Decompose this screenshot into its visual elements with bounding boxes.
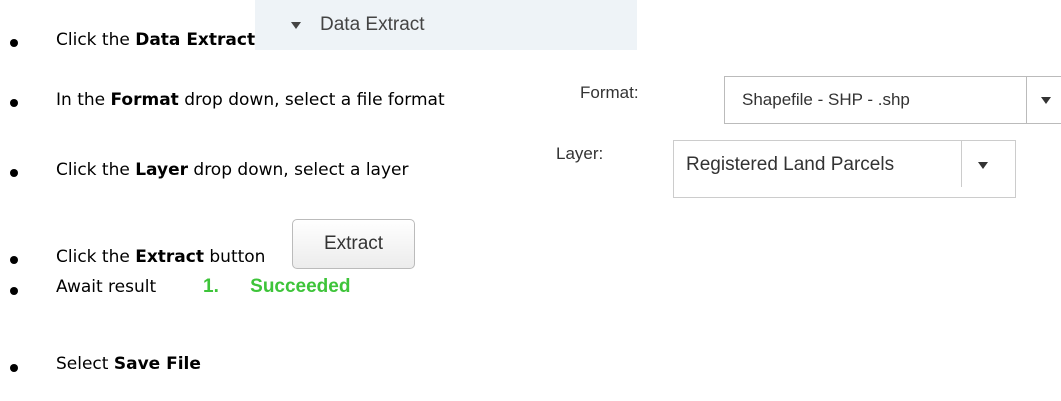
step-text: Await result xyxy=(56,277,157,297)
result-number: 1. xyxy=(203,276,219,297)
step-item: Click the Data Extract widget xyxy=(0,0,318,60)
step-item: Select Save File xyxy=(0,340,201,380)
extract-button[interactable]: Extract xyxy=(292,219,415,269)
dropdown-arrow-icon[interactable] xyxy=(1041,97,1051,104)
bullet-icon xyxy=(10,99,18,107)
step-item: Click the Layer drop down, select a laye… xyxy=(0,130,550,190)
step-text: Select Save File xyxy=(56,354,201,374)
layer-label: Layer: xyxy=(556,144,604,163)
format-label: Format: xyxy=(580,83,639,102)
divider xyxy=(961,141,962,187)
bullet-icon xyxy=(10,169,18,177)
data-extract-widget[interactable]: Data Extract xyxy=(255,0,637,50)
bullet-icon xyxy=(10,256,18,264)
step-item: Await result xyxy=(0,268,190,308)
result-label: Succeeded xyxy=(250,276,351,297)
extract-button-label: Extract xyxy=(323,233,384,254)
bullet-icon xyxy=(10,287,18,295)
step-text: Click the Extract button xyxy=(56,247,266,267)
bullet-icon xyxy=(10,364,18,372)
format-dropdown[interactable]: Shapefile - SHP - .shp xyxy=(724,76,1061,124)
dropdown-arrow-icon[interactable] xyxy=(978,162,988,169)
layer-dropdown[interactable]: Registered Land Parcels xyxy=(673,140,1016,198)
format-value: Shapefile - SHP - .shp xyxy=(742,90,910,109)
step-text: Click the Layer drop down, select a laye… xyxy=(56,160,409,180)
step-item: In the Format drop down, select a file f… xyxy=(0,60,575,120)
result-status: 1. Succeeded xyxy=(203,276,350,298)
caret-down-icon xyxy=(291,22,301,29)
widget-label: Data Extract xyxy=(320,14,425,35)
step-item: Click the Extract button xyxy=(0,218,290,268)
layer-value: Registered Land Parcels xyxy=(686,154,895,175)
bullet-icon xyxy=(10,39,18,47)
divider xyxy=(1026,77,1027,123)
step-text: In the Format drop down, select a file f… xyxy=(56,90,445,110)
